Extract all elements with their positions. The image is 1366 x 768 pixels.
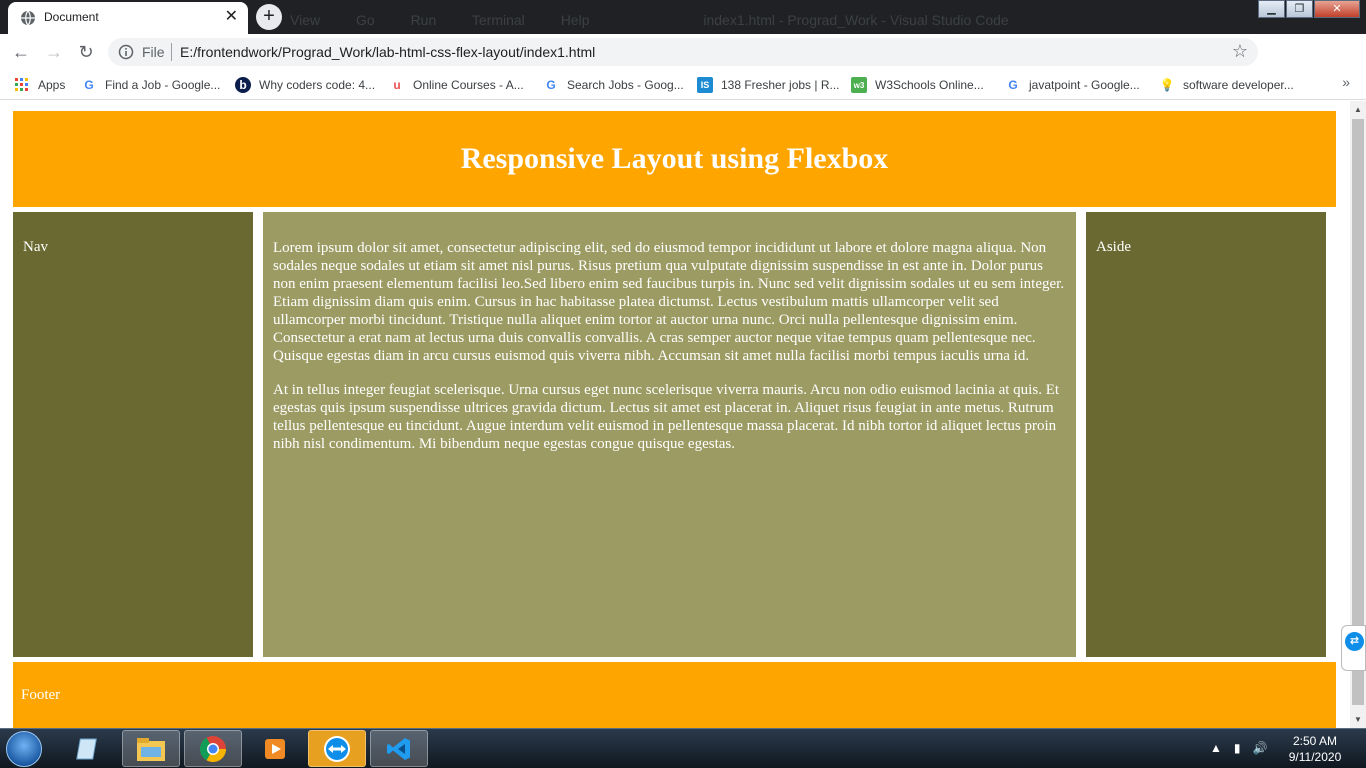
scheme-label: File <box>142 44 165 60</box>
address-bar[interactable]: File E:/frontendwork/Prograd_Work/lab-ht… <box>108 38 1258 66</box>
aside-label: Aside <box>1096 239 1131 255</box>
tab-title: Document <box>44 10 99 24</box>
notepad-icon[interactable] <box>60 730 118 767</box>
google-icon: G <box>84 78 94 92</box>
scrollbar-thumb[interactable] <box>1352 119 1364 705</box>
close-window-button[interactable]: ✕ <box>1314 0 1360 18</box>
vscode-icon[interactable] <box>370 730 428 767</box>
chrome-icon[interactable] <box>184 730 242 767</box>
bg-window-title: index1.html - Prograd_Work - Visual Stud… <box>703 12 1009 28</box>
info-icon[interactable] <box>118 44 134 60</box>
nav-label: Nav <box>23 239 48 255</box>
bookmark-label: Apps <box>38 78 66 92</box>
bg-menu-item: Help <box>560 12 590 28</box>
bookmark-label: javatpoint - Google... <box>1029 78 1140 92</box>
bg-menu-item: Run <box>410 12 437 28</box>
bookmarks-bar: Apps G Find a Job - Google... b Why code… <box>0 70 1366 100</box>
address-divider <box>171 43 172 61</box>
globe-icon <box>21 10 35 26</box>
teamviewer-icon[interactable] <box>308 730 366 767</box>
clock-time: 2:50 AM <box>1292 734 1338 748</box>
bookmark-item[interactable]: IS 138 Fresher jobs | R... <box>697 76 840 94</box>
battery-icon[interactable]: ▮ <box>1234 741 1241 755</box>
bookmark-item[interactable]: w3 W3Schools Online... <box>851 76 984 94</box>
main-column: Lorem ipsum dolor sit amet, consectetur … <box>263 212 1076 657</box>
system-tray: ▲ ▮ 🔊 <box>1210 741 1267 755</box>
site-footer: Footer <box>13 662 1336 728</box>
google-icon: G <box>546 78 556 92</box>
taskbar-clock[interactable]: 2:50 AM 9/11/2020 <box>1280 733 1350 765</box>
file-explorer-icon[interactable] <box>122 730 180 767</box>
new-tab-button[interactable]: + <box>256 4 282 30</box>
bookmark-item[interactable]: G Find a Job - Google... <box>81 76 220 94</box>
minimize-button[interactable]: ▁ <box>1258 0 1285 18</box>
browser-tab[interactable]: Document ✕ <box>8 2 248 34</box>
aside-column: Aside <box>1086 212 1326 657</box>
bookmark-label: W3Schools Online... <box>875 78 984 92</box>
browser-toolbar: ← → ↻ File E:/frontendwork/Prograd_Work/… <box>0 34 1366 97</box>
scroll-down-arrow-icon[interactable]: ▼ <box>1354 715 1362 724</box>
bookmark-item[interactable]: G javatpoint - Google... <box>1005 76 1140 94</box>
background-window-text: View Go Run Terminal Help index1.html - … <box>290 12 1041 28</box>
show-hidden-icons-icon[interactable]: ▲ <box>1210 741 1222 755</box>
window-controls: ▁ ❐ ✕ <box>1257 0 1360 18</box>
main-paragraph: At in tellus integer feugiat scelerisque… <box>273 382 1060 452</box>
bg-menu-item: View <box>290 12 321 28</box>
site-header: Responsive Layout using Flexbox <box>13 111 1336 207</box>
is-icon: IS <box>697 77 713 93</box>
url-text[interactable]: E:/frontendwork/Prograd_Work/lab-html-cs… <box>180 44 595 60</box>
google-icon: G <box>1008 78 1018 92</box>
scroll-up-arrow-icon[interactable]: ▲ <box>1354 105 1362 114</box>
udemy-icon: u <box>393 78 401 92</box>
clock-date: 9/11/2020 <box>1288 750 1342 764</box>
close-tab-icon[interactable]: ✕ <box>225 8 238 26</box>
bookmark-apps[interactable]: Apps <box>14 76 65 94</box>
volume-icon[interactable]: 🔊 <box>1253 741 1268 755</box>
forward-arrow-icon[interactable]: → <box>42 40 66 64</box>
reload-icon[interactable]: ↻ <box>74 40 98 64</box>
footer-label: Footer <box>21 687 61 703</box>
restore-button[interactable]: ❐ <box>1286 0 1313 18</box>
teamviewer-icon: ⇄ <box>1345 632 1364 651</box>
bookmark-label: Search Jobs - Goog... <box>567 78 684 92</box>
page-viewport: Responsive Layout using Flexbox Nav Lore… <box>0 101 1350 728</box>
bookmark-star-icon[interactable]: ☆ <box>1232 41 1248 62</box>
media-player-icon[interactable] <box>246 730 304 767</box>
bg-menu-item: Terminal <box>471 12 525 28</box>
tab-strip: Document ✕ + View Go Run Terminal Help i… <box>0 0 1366 34</box>
b-icon: b <box>235 77 251 93</box>
bookmark-label: 138 Fresher jobs | R... <box>721 78 840 92</box>
apps-grid-icon <box>14 77 30 93</box>
bookmark-label: Why coders code: 4... <box>259 78 376 92</box>
page-title: Responsive Layout using Flexbox <box>460 142 889 175</box>
bookmark-item[interactable]: b Why coders code: 4... <box>235 76 375 94</box>
w3schools-icon: w3 <box>851 77 867 93</box>
bookmark-label: Online Courses - A... <box>413 78 524 92</box>
teamviewer-floating-button[interactable]: ⇄ <box>1341 625 1366 671</box>
start-orb-icon[interactable] <box>6 731 42 767</box>
lightbulb-icon: 💡 <box>1159 78 1175 92</box>
bookmark-label: software developer... <box>1183 78 1294 92</box>
bookmark-item[interactable]: u Online Courses - A... <box>389 76 524 94</box>
bookmarks-overflow-button[interactable]: » <box>1342 74 1350 90</box>
bookmark-label: Find a Job - Google... <box>105 78 221 92</box>
bookmark-item[interactable]: G Search Jobs - Goog... <box>543 76 684 94</box>
bg-menu-item: Go <box>355 12 375 28</box>
main-paragraph: Lorem ipsum dolor sit amet, consectetur … <box>273 240 1065 364</box>
bookmark-item[interactable]: 💡 software developer... <box>1159 76 1294 94</box>
taskbar: ▲ ▮ 🔊 2:50 AM 9/11/2020 <box>0 728 1366 768</box>
nav-column: Nav <box>13 212 253 657</box>
back-arrow-icon[interactable]: ← <box>9 40 33 64</box>
